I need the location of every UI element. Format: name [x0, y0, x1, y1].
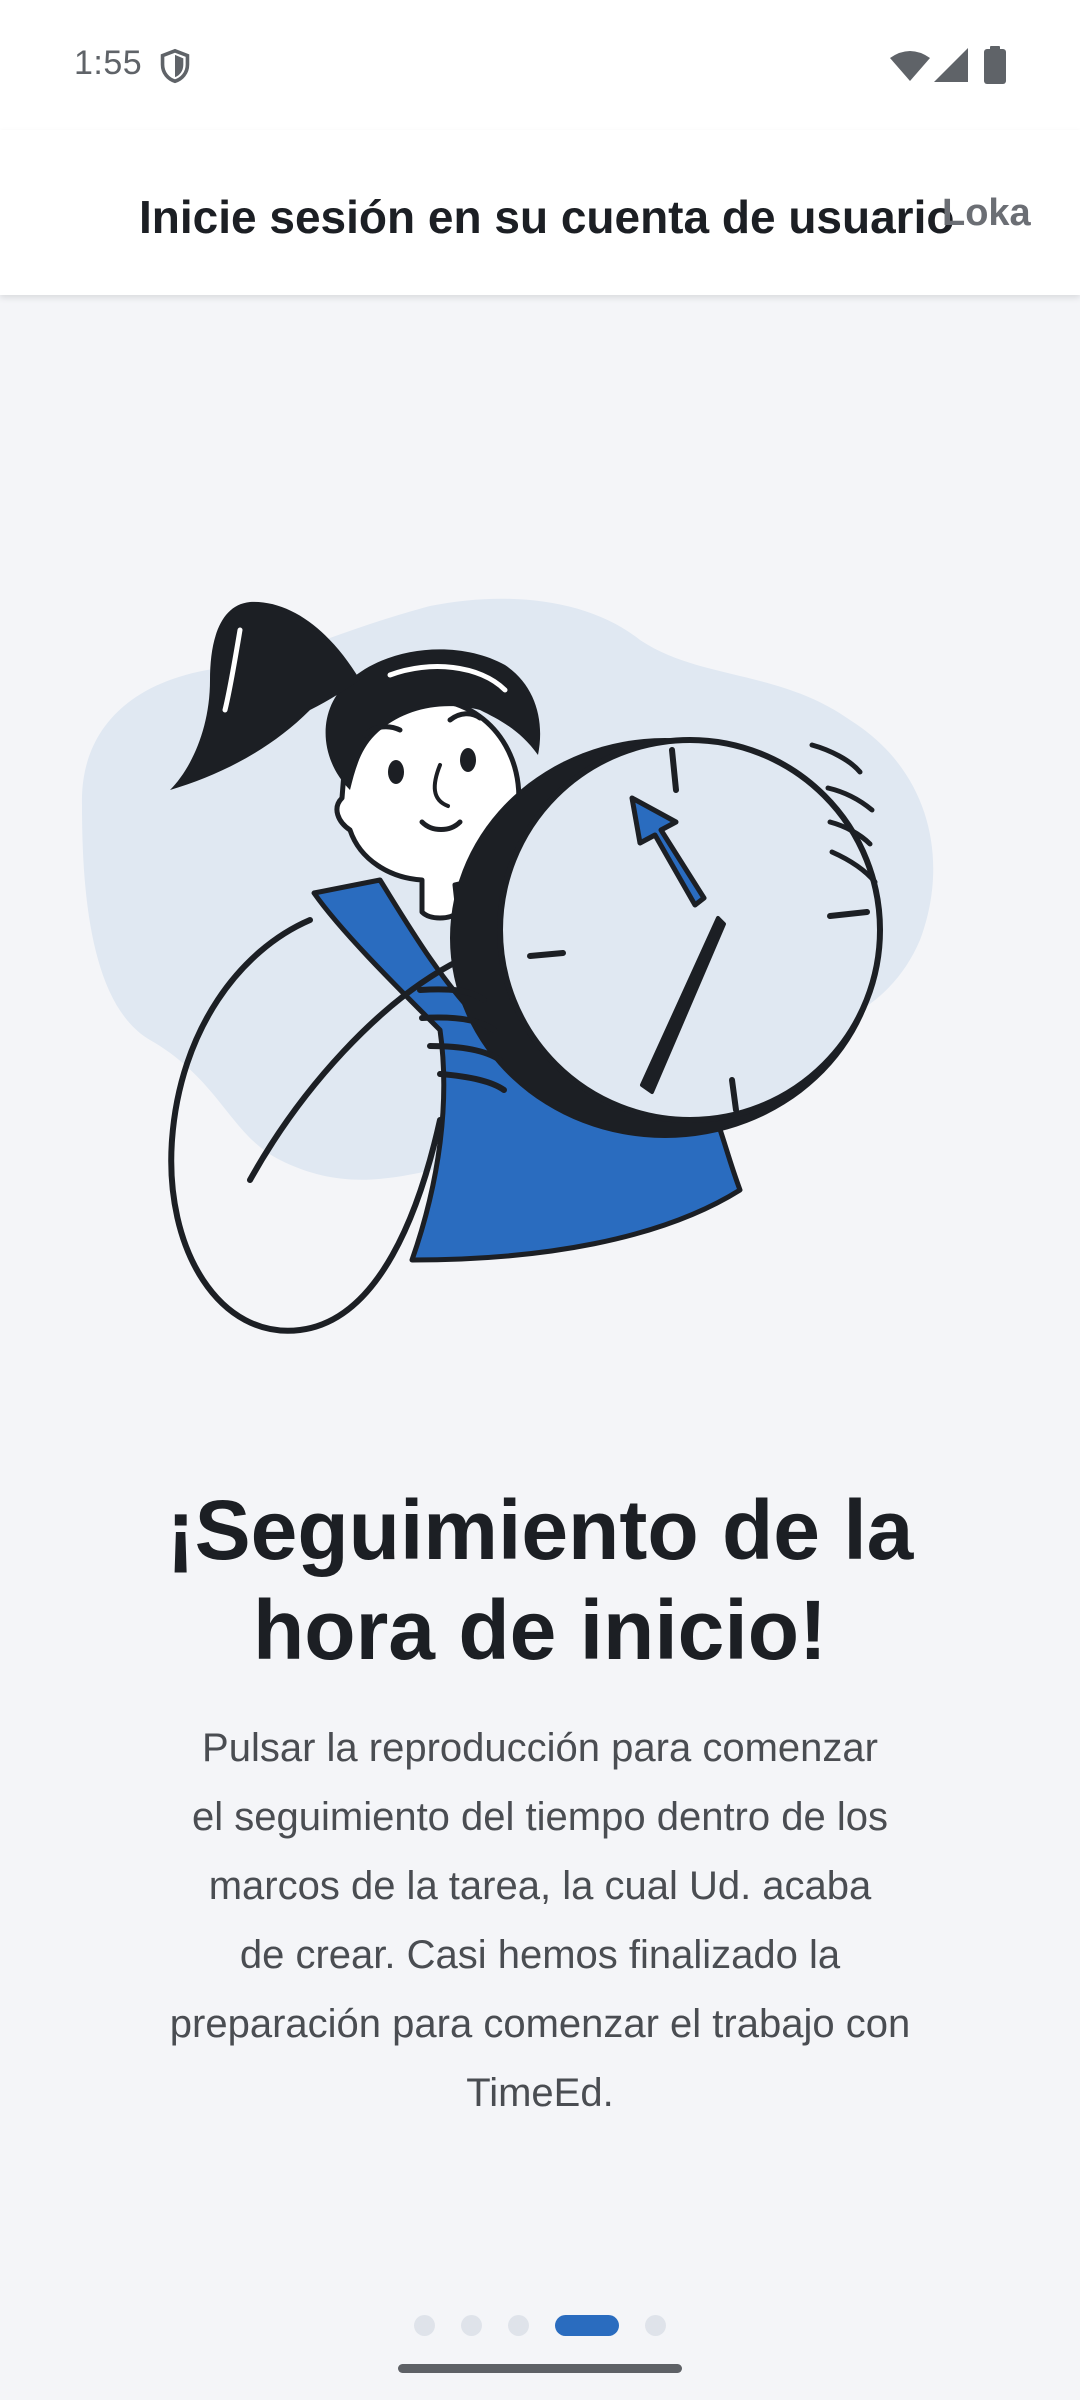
page-title: Inicie sesión en su cuenta de usuario	[139, 191, 955, 243]
battery-icon	[984, 46, 1006, 84]
description-line: preparación para comenzar el trabajo con	[169, 2002, 911, 2046]
status-bar: 1:55	[0, 0, 1080, 130]
gesture-nav-handle[interactable]	[398, 2364, 682, 2373]
wifi-icon	[890, 51, 930, 81]
page-dot-4-active[interactable]	[555, 2314, 619, 2336]
status-time: 1:55	[74, 44, 143, 82]
clock-icon	[450, 737, 883, 1138]
description-line: marcos de la tarea, la cual Ud. acaba	[208, 1864, 872, 1908]
slide-title-line-2: hora de inicio!	[252, 1583, 828, 1677]
app-header: Inicie sesión en su cuenta de usuario Lo…	[0, 130, 1080, 295]
description-line: de crear. Casi hemos finalizado la	[239, 1933, 841, 1977]
woman-holding-clock-illustration	[81, 598, 934, 1334]
description-line: el seguimiento del tiempo dentro de los	[192, 1795, 888, 1839]
skip-button[interactable]: Loka	[942, 192, 1031, 235]
description-line: Pulsar la reproducción para comenzar	[202, 1726, 878, 1770]
page-dot-5[interactable]	[645, 2314, 666, 2336]
description-line: TimeEd.	[466, 2071, 614, 2115]
page-dot-1[interactable]	[414, 2314, 435, 2336]
shield-icon	[160, 48, 190, 84]
signal-icon	[934, 48, 968, 82]
page-indicator	[0, 2314, 1080, 2336]
slide-title-line-1: ¡Seguimiento de la	[166, 1483, 914, 1577]
page-dot-2[interactable]	[461, 2314, 482, 2336]
slide-description: Pulsar la reproducción para comenzar el …	[100, 1714, 980, 2128]
slide-title: ¡Seguimiento de la hora de inicio!	[0, 1480, 1080, 1680]
page-dot-3[interactable]	[508, 2314, 529, 2336]
